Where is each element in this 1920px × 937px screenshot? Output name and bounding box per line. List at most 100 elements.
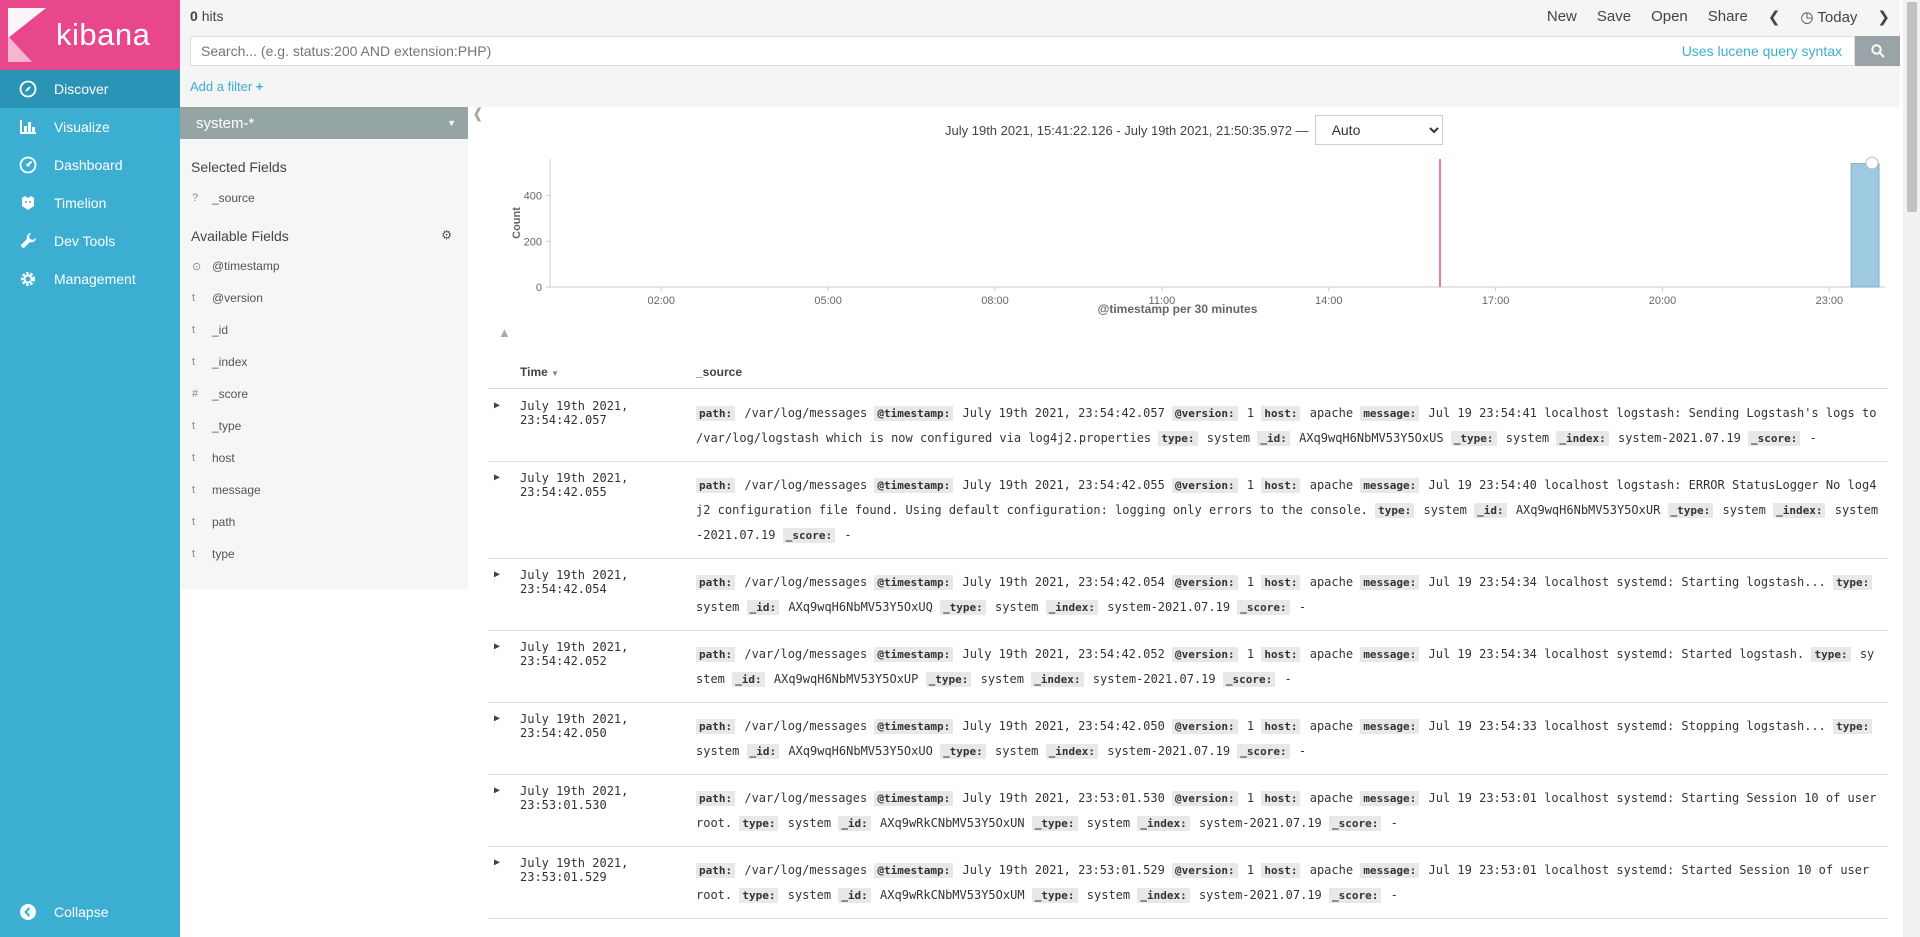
- main-content: ❰ July 19th 2021, 15:41:22.126 - July 19…: [470, 105, 1900, 937]
- expand-row-icon[interactable]: ▶: [494, 641, 500, 652]
- source-field-key: type:: [1811, 647, 1851, 662]
- table-row[interactable]: ▶ July 19th 2021, 23:54:42.057 path: /var/…: [488, 390, 1888, 462]
- source-field-key: _score:: [1237, 600, 1290, 615]
- expand-row-icon[interactable]: ▶: [494, 569, 500, 580]
- kibana-logo[interactable]: kibana: [0, 0, 180, 70]
- field-type-icon: t: [192, 484, 196, 496]
- source-field-value: /var/log/messages: [744, 575, 868, 589]
- field-item[interactable]: t _id: [180, 314, 468, 346]
- y-axis-label: Count: [511, 207, 523, 239]
- source-field-key: _index:: [1045, 600, 1098, 615]
- field-item[interactable]: t _type: [180, 410, 468, 442]
- time-column-header[interactable]: Time ▼: [520, 365, 559, 379]
- table-row[interactable]: ▶ July 19th 2021, 23:53:01.530 path: /var/…: [488, 775, 1888, 847]
- table-row[interactable]: ▶ July 19th 2021, 23:54:42.054 path: /var/…: [488, 559, 1888, 631]
- source-field-value: system: [1722, 503, 1766, 517]
- row-source: path: /var/log/messages @timestamp: July…: [696, 631, 1888, 702]
- chevron-left-circle-icon: [18, 902, 38, 922]
- source-field-key: _id:: [746, 744, 780, 759]
- histogram-bar: [1850, 163, 1880, 288]
- table-row[interactable]: ▶ July 19th 2021, 23:54:42.050 path: /var/…: [488, 703, 1888, 775]
- sidebar-item-visualize[interactable]: Visualize: [0, 108, 180, 146]
- row-time: July 19th 2021, 23:54:42.050: [520, 712, 629, 740]
- field-item[interactable]: # _score: [180, 378, 468, 410]
- sidebar-item-timelion[interactable]: Timelion: [0, 184, 180, 222]
- source-field-key: host:: [1261, 719, 1301, 734]
- source-field-key: @version:: [1172, 791, 1238, 806]
- sort-icon: ▼: [551, 369, 560, 378]
- expand-row-icon[interactable]: ▶: [494, 400, 500, 411]
- sidebar-item-management[interactable]: Management: [0, 260, 180, 298]
- field-item[interactable]: t type: [180, 538, 468, 570]
- source-field-value: apache: [1309, 575, 1354, 589]
- field-type-icon: t: [192, 356, 196, 368]
- source-field-key: message:: [1360, 478, 1420, 493]
- source-field-value: AXq9wqH6NbMV53Y5OxUQ: [788, 600, 933, 614]
- source-field-value: apache: [1309, 791, 1354, 805]
- source-field-value: system: [696, 600, 740, 614]
- source-field-key: path:: [696, 575, 736, 590]
- field-name: host: [212, 451, 235, 465]
- x-tick-label: 14:00: [1315, 295, 1343, 307]
- save-button[interactable]: Save: [1597, 8, 1631, 26]
- source-field-key: _score:: [1329, 816, 1382, 831]
- table-row[interactable]: ▶ July 19th 2021, 23:54:42.052 path: /var/…: [488, 631, 1888, 703]
- source-field-key: type:: [1833, 719, 1873, 734]
- collapse-sidebar-icon[interactable]: ❰: [472, 105, 484, 122]
- field-item[interactable]: t @version: [180, 282, 468, 314]
- source-field-value: system-2021.07.19: [1617, 431, 1741, 445]
- source-field-key: _score:: [1748, 431, 1801, 446]
- search-box: Uses lucene query syntax: [190, 36, 1855, 66]
- interval-select[interactable]: Auto: [1314, 115, 1443, 145]
- lucene-syntax-link[interactable]: Uses lucene query syntax: [1682, 43, 1854, 59]
- source-field-key: @timestamp:: [874, 719, 954, 734]
- scrollbar-thumb[interactable]: [1907, 2, 1917, 212]
- add-filter-link[interactable]: Add a filter +: [190, 79, 263, 94]
- source-field-key: _index:: [1556, 431, 1609, 446]
- field-item[interactable]: ⊙ @timestamp: [180, 250, 468, 282]
- collapse-chart-icon[interactable]: ▲: [498, 325, 511, 340]
- x-tick-label: 17:00: [1482, 295, 1510, 307]
- gear-icon[interactable]: ⚙: [441, 228, 452, 242]
- field-item[interactable]: t message: [180, 474, 468, 506]
- sidebar-item-dev-tools[interactable]: Dev Tools: [0, 222, 180, 260]
- time-back-icon[interactable]: ❮: [1768, 8, 1781, 26]
- table-row[interactable]: ▶ July 19th 2021, 23:54:42.055 path: /var/…: [488, 462, 1888, 559]
- scrollbar[interactable]: [1903, 0, 1920, 937]
- search-input[interactable]: [191, 37, 1682, 65]
- brand-name: kibana: [56, 17, 151, 52]
- source-field-value: -: [1284, 672, 1292, 686]
- source-field-key: message:: [1360, 863, 1420, 878]
- time-picker-button[interactable]: ◷ Today: [1800, 8, 1857, 26]
- time-forward-icon[interactable]: ❯: [1877, 8, 1890, 26]
- source-field-key: _id:: [746, 600, 780, 615]
- source-field-value: 1: [1246, 406, 1255, 420]
- source-field-key: _type:: [1031, 888, 1078, 903]
- source-field-key: _id:: [1257, 431, 1290, 446]
- search-button[interactable]: [1855, 36, 1900, 66]
- sidebar-item-discover[interactable]: Discover: [0, 70, 180, 108]
- source-field-key: host:: [1261, 791, 1301, 806]
- expand-row-icon[interactable]: ▶: [494, 713, 500, 724]
- field-item[interactable]: ? _source: [180, 182, 468, 214]
- table-row[interactable]: ▶ July 19th 2021, 23:53:01.529 path: /var/…: [488, 847, 1888, 919]
- new-button[interactable]: New: [1547, 8, 1577, 26]
- field-item[interactable]: t _index: [180, 346, 468, 378]
- field-name: @timestamp: [212, 259, 280, 273]
- expand-row-icon[interactable]: ▶: [494, 857, 500, 868]
- source-field-key: @timestamp:: [874, 863, 954, 878]
- source-field-value: AXq9wqH6NbMV53Y5OxUP: [773, 672, 919, 686]
- sidebar-item-dashboard[interactable]: Dashboard: [0, 146, 180, 184]
- search-row: Uses lucene query syntax: [180, 32, 1900, 71]
- collapse-button[interactable]: Collapse: [0, 893, 180, 931]
- expand-row-icon[interactable]: ▶: [494, 472, 500, 483]
- share-button[interactable]: Share: [1708, 8, 1748, 26]
- index-pattern-selector[interactable]: system-* ▼: [180, 107, 468, 139]
- open-button[interactable]: Open: [1651, 8, 1688, 26]
- time-range: July 19th 2021, 15:41:22.126 - July 19th…: [945, 115, 1443, 145]
- expand-row-icon[interactable]: ▶: [494, 785, 500, 796]
- source-field-value: system: [1206, 431, 1251, 445]
- field-item[interactable]: t host: [180, 442, 468, 474]
- field-item[interactable]: t path: [180, 506, 468, 538]
- chart-collapse-icon: [1865, 156, 1879, 170]
